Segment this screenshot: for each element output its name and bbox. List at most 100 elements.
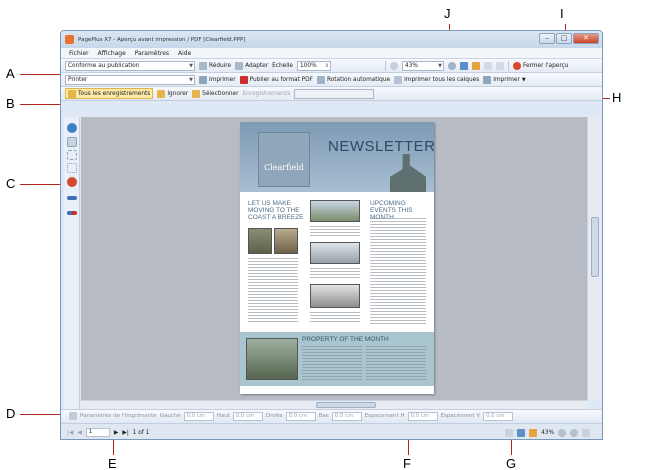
zoom-combo[interactable]: 43% ▼ bbox=[402, 60, 445, 71]
reduce-icon bbox=[199, 61, 207, 70]
layers-icon bbox=[394, 75, 403, 84]
publish-pdf-button[interactable]: Publier au format PDF bbox=[239, 75, 313, 84]
all-records-label: Tous les enregistrements bbox=[78, 90, 151, 97]
page-count: 1 of 1 bbox=[132, 429, 150, 436]
right-margin-field[interactable]: 0,0 cm bbox=[285, 411, 316, 421]
multi-page-icon[interactable] bbox=[496, 61, 505, 70]
horizontal-scroll-thumb[interactable] bbox=[316, 402, 376, 408]
publish-pdf-label: Publier au format PDF bbox=[249, 76, 313, 83]
callout-a-line bbox=[20, 74, 62, 75]
hspace-field[interactable]: 0,0 cm bbox=[407, 411, 438, 421]
info-icon[interactable] bbox=[67, 123, 77, 133]
zoom-level[interactable]: 43% bbox=[541, 430, 554, 436]
bottom-margin-field[interactable]: 0,0 cm bbox=[331, 411, 362, 421]
pan-hand-icon[interactable] bbox=[472, 61, 481, 70]
status-bar: |◀ ◀ 1 ▶ ▶| 1 of 1 43% bbox=[61, 423, 602, 439]
window-controls: – □ ✕ bbox=[539, 33, 599, 44]
reduce-label: Réduire bbox=[209, 62, 232, 69]
crop-marks-icon[interactable] bbox=[67, 196, 77, 200]
page-layout-icon[interactable] bbox=[582, 428, 590, 437]
color-bar-icon[interactable] bbox=[67, 211, 77, 215]
print-label: Imprimer bbox=[209, 76, 236, 83]
preview-canvas[interactable]: Clearfield NEWSLETTER LET US MAKE MOVING… bbox=[81, 117, 587, 400]
vspace-label: Espacement V bbox=[440, 413, 481, 419]
property-text bbox=[302, 346, 362, 380]
annotated-screenshot: A B C D E F G H I J PagePlus X7 - Aperçu… bbox=[0, 0, 648, 470]
select-button[interactable]: Sélectionner bbox=[192, 89, 239, 98]
vertical-scroll-thumb[interactable] bbox=[591, 217, 599, 277]
vertical-scrollbar[interactable] bbox=[587, 117, 601, 400]
all-records-button[interactable]: Tous les enregistrements bbox=[65, 88, 154, 99]
imposition-icon[interactable] bbox=[67, 137, 77, 147]
menu-affichage[interactable]: Affichage bbox=[98, 50, 126, 57]
chevron-down-icon: ▼ bbox=[438, 62, 443, 69]
page-frame-icon[interactable] bbox=[67, 150, 77, 160]
toolbar-separator bbox=[508, 60, 510, 71]
zoom-out-icon[interactable] bbox=[558, 428, 566, 437]
records-field[interactable] bbox=[294, 88, 375, 99]
printer-settings-toolbar: Paramètres de l'imprimante Gauche 0,0 cm… bbox=[61, 409, 602, 422]
callout-a: A bbox=[6, 66, 15, 81]
logo-text: Clearfield bbox=[264, 163, 304, 172]
pdf-icon bbox=[239, 75, 248, 84]
auto-rotate-button[interactable]: Rotation automatique bbox=[316, 75, 390, 84]
view-mode-icon[interactable] bbox=[505, 428, 514, 437]
print-menu-button[interactable]: Imprimer ▼ bbox=[483, 75, 526, 84]
layout-toolbar: Conforme au publication ▼ Réduire Adapte… bbox=[61, 59, 602, 73]
print-button[interactable]: Imprimer bbox=[199, 75, 236, 84]
top-margin-label: Haut bbox=[216, 413, 230, 419]
text-block bbox=[310, 226, 360, 238]
scale-field[interactable]: 100% ⇕ bbox=[297, 60, 332, 71]
ignore-button[interactable]: Ignorer bbox=[157, 89, 188, 98]
menu-parametres[interactable]: Paramètres bbox=[135, 50, 169, 57]
close-preview-button[interactable]: Fermer l'aperçu bbox=[513, 61, 568, 70]
maximize-button[interactable]: □ bbox=[556, 33, 572, 44]
title-bar: PagePlus X7 - Aperçu avant impression / … bbox=[61, 31, 602, 48]
printer-settings-title[interactable]: Paramètres de l'imprimante bbox=[80, 413, 157, 419]
close-window-button[interactable]: ✕ bbox=[573, 33, 599, 44]
left-margin-field[interactable]: 0,0 cm bbox=[183, 411, 214, 421]
print-preview-window: PagePlus X7 - Aperçu avant impression / … bbox=[60, 30, 603, 440]
page-number-field[interactable]: 1 bbox=[85, 428, 110, 437]
adapt-button[interactable]: Adapter bbox=[235, 61, 268, 70]
top-margin-field[interactable]: 0,0 cm bbox=[232, 411, 263, 421]
registration-mark-icon[interactable] bbox=[67, 177, 77, 187]
printer-combo[interactable]: Printer ▼ bbox=[65, 74, 195, 85]
print-layers-button[interactable]: Imprimer tous les calques bbox=[394, 75, 480, 84]
vspace-field[interactable]: 0,0 cm bbox=[483, 411, 514, 421]
photo-house-1 bbox=[310, 200, 360, 222]
single-page-icon[interactable] bbox=[484, 61, 493, 70]
menu-aide[interactable]: Aide bbox=[178, 50, 191, 57]
minimize-button[interactable]: – bbox=[539, 33, 555, 44]
pan-hand-icon[interactable] bbox=[529, 428, 538, 437]
photo-house-3 bbox=[310, 284, 360, 308]
horizontal-scrollbar[interactable] bbox=[81, 400, 587, 409]
margin-guides-icon[interactable] bbox=[67, 163, 77, 173]
pageplus-app-icon bbox=[65, 35, 74, 44]
menu-fichier[interactable]: Fichier bbox=[69, 50, 89, 57]
printer-toolbar: Printer ▼ Imprimer Publier au format PDF… bbox=[61, 73, 602, 87]
printer-icon bbox=[483, 75, 492, 84]
bottom-margin-label: Bas bbox=[318, 413, 329, 419]
prev-page-icon[interactable]: ◀ bbox=[77, 430, 81, 436]
reduce-button[interactable]: Réduire bbox=[199, 61, 232, 70]
chevron-down-icon: ▼ bbox=[189, 76, 193, 83]
photo-room bbox=[274, 228, 298, 254]
print-layers-label: Imprimer tous les calques bbox=[404, 76, 480, 83]
zoom-in-icon[interactable] bbox=[448, 61, 457, 70]
zoom-tool-icon[interactable] bbox=[517, 428, 526, 437]
last-page-icon[interactable]: ▶| bbox=[122, 430, 128, 436]
photo-interior bbox=[248, 228, 272, 254]
zoom-out-icon[interactable] bbox=[390, 61, 399, 70]
text-block bbox=[248, 258, 298, 324]
print-menu-label: Imprimer bbox=[493, 76, 520, 83]
next-page-icon[interactable]: ▶ bbox=[114, 430, 118, 436]
zoom-tool-icon[interactable] bbox=[460, 61, 469, 70]
zoom-in-icon[interactable] bbox=[570, 428, 578, 437]
printer-settings-icon bbox=[69, 412, 77, 420]
first-page-icon[interactable]: |◀ bbox=[67, 430, 73, 436]
layout-combo-value: Conforme au publication bbox=[68, 62, 140, 69]
callout-i: I bbox=[560, 6, 564, 21]
layout-combo[interactable]: Conforme au publication ▼ bbox=[65, 60, 195, 71]
zoom-combo-value: 43% bbox=[405, 62, 418, 69]
